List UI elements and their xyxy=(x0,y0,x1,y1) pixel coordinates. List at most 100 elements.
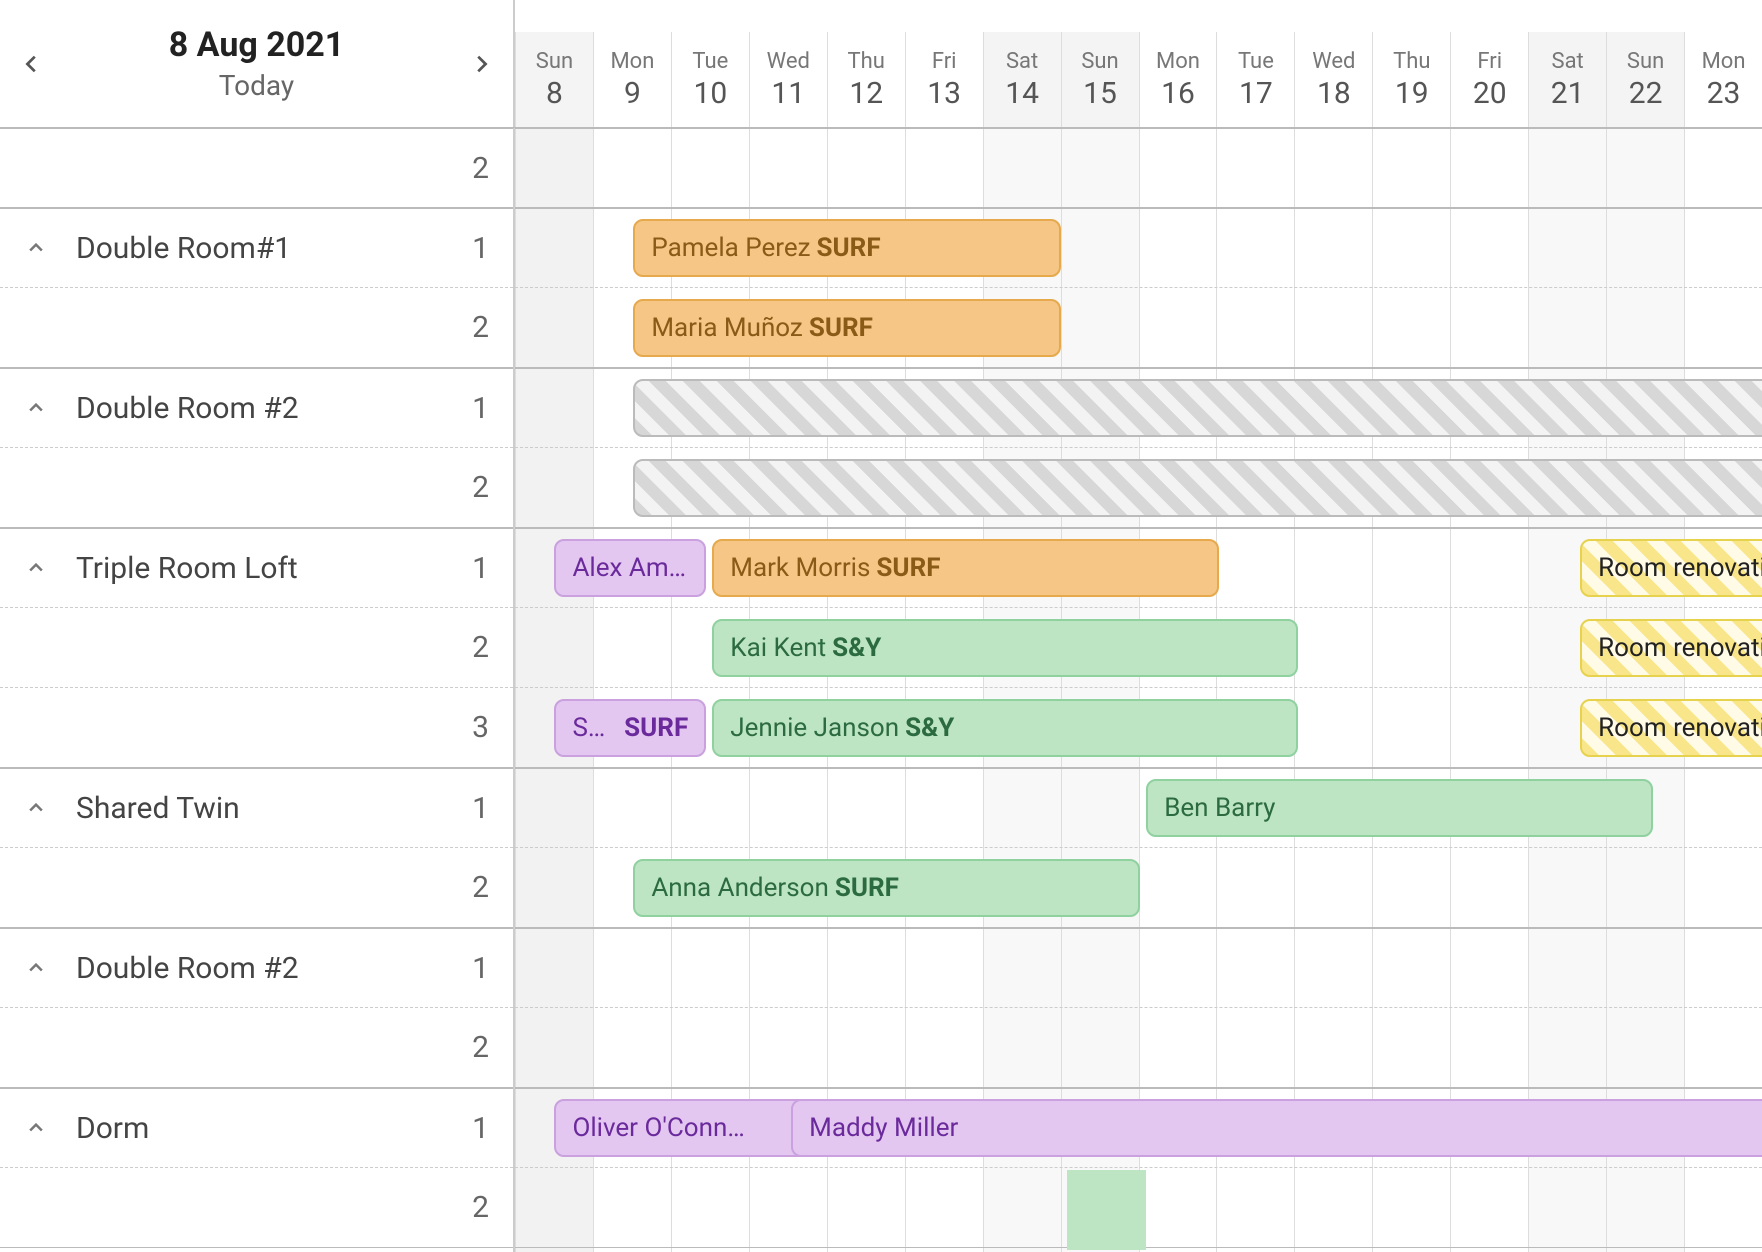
date-title: 8 Aug 2021 Today xyxy=(169,25,345,102)
booking-bar[interactable]: Maddy Miller xyxy=(791,1099,1762,1157)
date-navigator: 8 Aug 2021 Today xyxy=(0,0,515,127)
booking-bar[interactable]: Kai KentS&Y xyxy=(712,619,1298,677)
booking-tag: SURF xyxy=(817,233,881,263)
calendar-row[interactable] xyxy=(515,1008,1762,1088)
room-row: 3 xyxy=(0,688,513,768)
booking-bar[interactable]: Anna AndersonSURF xyxy=(633,859,1140,917)
calendar-row[interactable] xyxy=(515,1168,1762,1248)
chevron-up-icon[interactable] xyxy=(24,1116,48,1140)
room-row: Dorm1 xyxy=(0,1088,513,1168)
day-header[interactable]: Thu19 xyxy=(1372,32,1450,127)
day-header[interactable]: Tue17 xyxy=(1216,32,1294,127)
bed-number: 1 xyxy=(443,551,513,586)
chevron-up-icon[interactable] xyxy=(24,796,48,820)
day-of-week: Sun xyxy=(1627,49,1664,74)
booking-label: Mark Morris xyxy=(730,553,870,583)
day-header[interactable]: Mon16 xyxy=(1139,32,1217,127)
booking-bar[interactable]: Oliver O'Conn… xyxy=(554,1099,824,1157)
booking-bar[interactable]: Room renovation xyxy=(1580,539,1762,597)
day-header[interactable]: Wed11 xyxy=(749,32,827,127)
bed-number: 1 xyxy=(443,391,513,426)
booking-bar[interactable]: Alex Amberso… xyxy=(554,539,706,597)
chevron-up-icon[interactable] xyxy=(24,396,48,420)
room-row: Shared Twin1 xyxy=(0,768,513,848)
booking-bar[interactable]: Room renovation xyxy=(1580,619,1762,677)
booking-label: Anna Anderson xyxy=(651,873,828,903)
room-row: 2 xyxy=(0,128,513,208)
room-row: Double Room #21 xyxy=(0,368,513,448)
booking-label: Pamela Perez xyxy=(651,233,810,263)
booking-bar[interactable] xyxy=(633,459,1762,517)
day-header[interactable]: Sun22 xyxy=(1606,32,1684,127)
day-of-week: Fri xyxy=(932,49,957,74)
day-header[interactable]: Mon9 xyxy=(593,32,671,127)
day-number: 21 xyxy=(1551,76,1585,111)
day-number: 10 xyxy=(693,76,727,111)
day-header[interactable]: Tue10 xyxy=(671,32,749,127)
booking-bar[interactable]: SRSSURF xyxy=(554,699,706,757)
booking-bar[interactable]: Room renovation xyxy=(1580,699,1762,757)
day-headers: Sun8Mon9Tue10Wed11Thu12Fri13Sat14Sun15Mo… xyxy=(515,0,1762,128)
chevron-up-icon[interactable] xyxy=(24,956,48,980)
chevron-up-icon[interactable] xyxy=(24,556,48,580)
room-row: 2 xyxy=(0,608,513,688)
room-row: 2 xyxy=(0,288,513,368)
room-name: Dorm xyxy=(0,1111,443,1146)
day-number: 23 xyxy=(1707,76,1741,111)
room-row: Triple Room Loft1 xyxy=(0,528,513,608)
chevron-up-icon[interactable] xyxy=(24,236,48,260)
bed-number: 3 xyxy=(443,710,513,745)
calendar-row[interactable] xyxy=(515,928,1762,1008)
prev-arrow[interactable] xyxy=(10,42,54,86)
day-header[interactable]: Sun8 xyxy=(515,32,593,127)
calendar-grid: Pamela PerezSURFMaria MuñozSURFAlex Ambe… xyxy=(515,128,1762,1252)
day-of-week: Sun xyxy=(536,49,573,74)
current-date: 8 Aug 2021 xyxy=(169,25,345,65)
day-number: 16 xyxy=(1161,76,1195,111)
day-number: 15 xyxy=(1083,76,1117,111)
booking-tag: SURF xyxy=(835,873,899,903)
room-name: Shared Twin xyxy=(0,791,443,826)
day-number: 11 xyxy=(771,76,805,111)
booking-label: Ben Barry xyxy=(1164,793,1275,823)
booking-bar[interactable] xyxy=(633,379,1762,437)
room-row: 2 xyxy=(0,848,513,928)
day-number: 14 xyxy=(1005,76,1039,111)
day-header[interactable]: Sun15 xyxy=(1061,32,1139,127)
booking-tag: S&Y xyxy=(832,633,881,663)
booking-bar[interactable]: Maria MuñozSURF xyxy=(633,299,1061,357)
booking-label: Room renovation xyxy=(1598,713,1762,743)
calendar-row[interactable] xyxy=(515,128,1762,208)
booking-bar[interactable]: Mark MorrisSURF xyxy=(712,539,1219,597)
bed-number: 2 xyxy=(443,470,513,505)
day-of-week: Thu xyxy=(1393,49,1430,74)
day-header[interactable]: Sat21 xyxy=(1528,32,1606,127)
room-sidebar: 2Double Room#112Double Room #212Triple R… xyxy=(0,128,515,1252)
day-number: 17 xyxy=(1239,76,1273,111)
booking-tag: S&Y xyxy=(905,713,954,743)
day-of-week: Tue xyxy=(1238,49,1274,74)
room-row: 2 xyxy=(0,448,513,528)
room-row: 2 xyxy=(0,1168,513,1248)
booking-bar[interactable]: Jennie JansonS&Y xyxy=(712,699,1298,757)
day-header[interactable]: Fri13 xyxy=(905,32,983,127)
booking-bar[interactable]: Pamela PerezSURF xyxy=(633,219,1061,277)
day-header[interactable]: Wed18 xyxy=(1294,32,1372,127)
room-name: Double Room #2 xyxy=(0,951,443,986)
bed-number: 2 xyxy=(443,151,513,186)
bed-number: 1 xyxy=(443,791,513,826)
booking-bar[interactable]: Ben Barry xyxy=(1146,779,1653,837)
day-number: 13 xyxy=(927,76,961,111)
room-name: Double Room #2 xyxy=(0,391,443,426)
bed-number: 2 xyxy=(443,1030,513,1065)
next-arrow[interactable] xyxy=(459,42,503,86)
day-header[interactable]: Sat14 xyxy=(983,32,1061,127)
booking-label: Kai Kent xyxy=(730,633,826,663)
day-of-week: Wed xyxy=(1312,49,1355,74)
day-header[interactable]: Thu12 xyxy=(827,32,905,127)
day-header[interactable]: Mon23 xyxy=(1684,32,1762,127)
day-number: 12 xyxy=(849,76,883,111)
room-name: Triple Room Loft xyxy=(0,551,443,586)
day-header[interactable]: Fri20 xyxy=(1450,32,1528,127)
booking-label: SRS xyxy=(572,713,618,743)
